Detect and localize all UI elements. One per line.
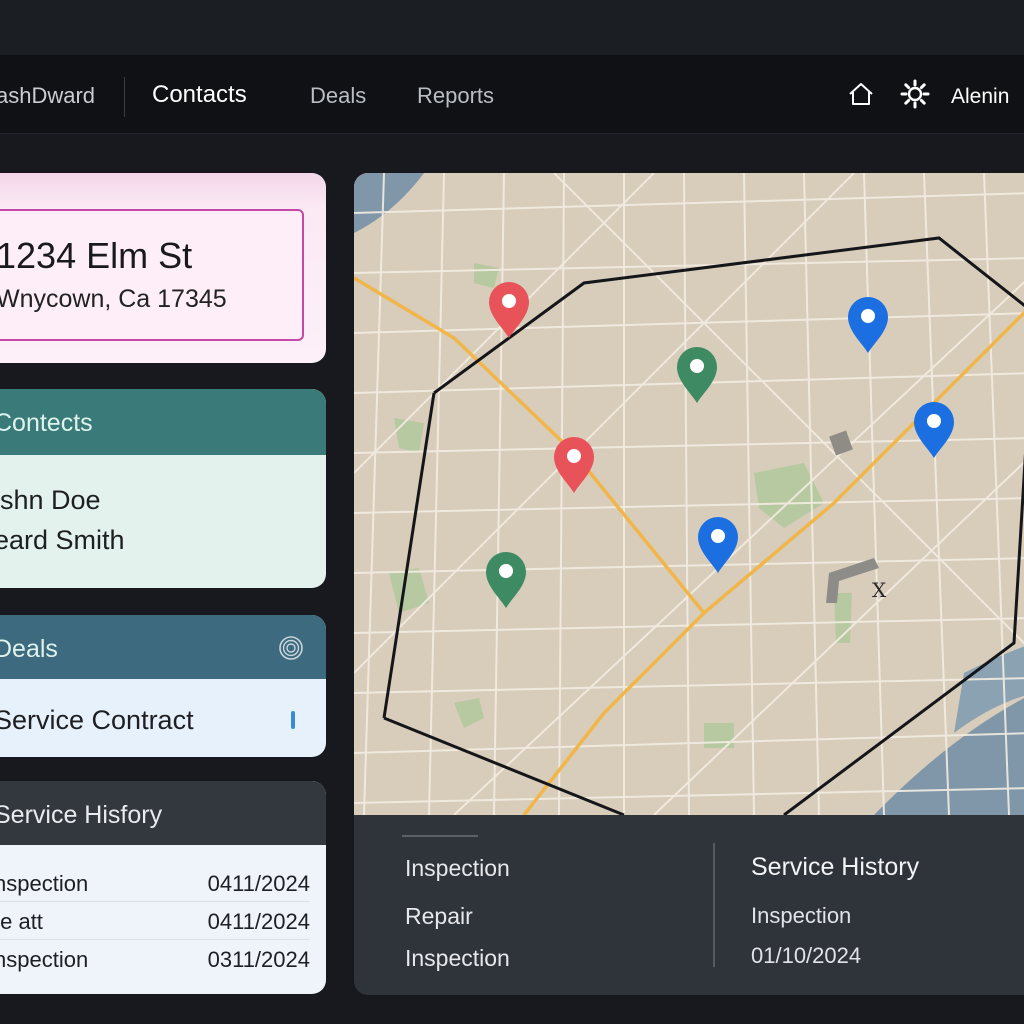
- contact-item[interactable]: eard Smith: [0, 525, 125, 556]
- history-date: 0411/2024: [207, 909, 310, 934]
- detail-history-title: Service History: [751, 853, 920, 881]
- map-pin-dot: [567, 449, 581, 463]
- gear-icon[interactable]: [900, 79, 930, 109]
- nav-link-contacts[interactable]: Contacts: [152, 81, 247, 109]
- detail-history-date: 01/10/2024: [751, 943, 862, 968]
- deal-item[interactable]: Service Contract: [0, 705, 194, 736]
- map-pin-dot: [690, 359, 704, 373]
- service-area-map[interactable]: X: [354, 173, 1024, 815]
- service-history-card: Service Hisfory nspection 0411/2024 te a…: [0, 781, 326, 994]
- deals-card: Deals Service Contract: [0, 615, 326, 757]
- history-type: nspection: [0, 871, 89, 896]
- deals-card-title: Deals: [0, 635, 58, 663]
- top-nav-bar: ashDward Contacts Deals Reports Alenin: [0, 55, 1024, 134]
- nav-link-reports[interactable]: Reports: [417, 83, 494, 109]
- history-date: 0411/2024: [207, 871, 310, 896]
- address-card: 1234 Elm St Wnycown, Ca 17345: [0, 173, 326, 363]
- app-brand[interactable]: ashDward: [0, 83, 95, 109]
- spiral-icon[interactable]: [278, 635, 304, 661]
- contacts-card-header: Contects: [0, 389, 326, 455]
- map-canvas[interactable]: X: [354, 173, 1024, 815]
- map-x-marker: X: [872, 578, 887, 602]
- nav-divider: [124, 77, 125, 117]
- map-pin-dot: [499, 564, 513, 578]
- history-row[interactable]: nspection 0411/2024: [0, 863, 310, 902]
- address-city: Wnycown, Ca 17345: [0, 285, 227, 313]
- detail-list-item[interactable]: Inspection: [405, 945, 510, 972]
- address-street: 1234 Elm St: [0, 235, 193, 276]
- address-box[interactable]: 1234 Elm St Wnycown, Ca 17345: [0, 209, 304, 341]
- deal-status-marker: [291, 711, 295, 729]
- history-type: nspection: [0, 947, 89, 972]
- history-type: te att: [0, 909, 43, 934]
- map-pin-dot: [711, 529, 725, 543]
- home-icon[interactable]: [846, 79, 876, 109]
- history-row[interactable]: nspection 0311/2024: [0, 939, 310, 977]
- contacts-card-title: Contects: [0, 409, 93, 437]
- deals-card-header: Deals: [0, 615, 326, 679]
- map-pin-dot: [861, 309, 875, 323]
- detail-panel: Inspection Repair Inspection Service His…: [354, 815, 1024, 995]
- window-top-strip: [0, 0, 1024, 55]
- map-pin-dot: [502, 294, 516, 308]
- map-pin-dot: [927, 414, 941, 428]
- history-date: 0311/2024: [207, 947, 310, 972]
- service-history-header: Service Hisfory: [0, 781, 326, 845]
- user-menu[interactable]: Alenin: [951, 85, 1009, 109]
- detail-list-item[interactable]: Repair: [405, 903, 473, 930]
- panel-handle[interactable]: [402, 835, 478, 837]
- contacts-card: Contects ishn Doe eard Smith: [0, 389, 326, 588]
- service-history-title: Service Hisfory: [0, 801, 163, 829]
- detail-list-item[interactable]: Inspection: [405, 855, 510, 882]
- nav-link-deals[interactable]: Deals: [310, 83, 366, 109]
- detail-history-type: Inspection: [751, 903, 852, 928]
- panel-divider: [713, 843, 715, 967]
- history-row[interactable]: te att 0411/2024: [0, 901, 310, 940]
- contact-item[interactable]: ishn Doe: [0, 485, 101, 516]
